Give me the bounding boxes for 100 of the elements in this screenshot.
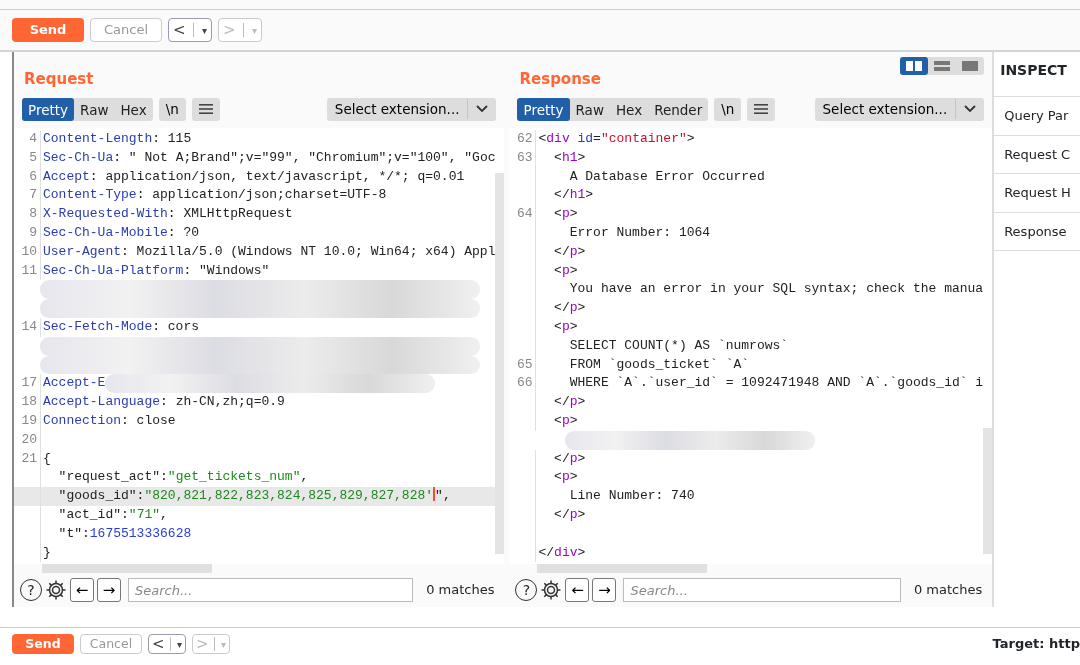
code-line: A Database Error Occurred — [568, 167, 765, 186]
settings-icon — [540, 579, 563, 601]
back-button[interactable]: < ▾ — [168, 18, 212, 42]
line-number: 18 — [20, 393, 38, 412]
code-line: { — [43, 449, 51, 468]
inspector-section[interactable]: Request C — [994, 135, 1080, 174]
inspector-section[interactable]: Request H — [994, 174, 1080, 213]
line-number: 9 — [28, 224, 38, 242]
previous-match-button[interactable]: ← — [70, 578, 94, 602]
view-tab[interactable]: Render — [648, 97, 709, 121]
code-line: </p> — [553, 299, 586, 318]
code-line: </p> — [553, 393, 586, 412]
code-line: User-Agent: Mozilla/5.0 (Windows NT 10.0; Win64; x64) Appl — [43, 242, 496, 261]
code-line: Line Number: 740 — [568, 487, 695, 506]
code-line: <h1> — [553, 148, 586, 167]
code-line: X-Requested-With: XMLHttpRequest — [43, 205, 293, 224]
code-line: Sec-Ch-Ua: " Not A;Brand";v="99", "Chromium";v="100", "Goc — [43, 148, 496, 167]
next-match-button[interactable]: → — [592, 578, 617, 602]
view-tab[interactable]: Hex — [114, 97, 153, 121]
view-tab[interactable]: Pretty — [517, 97, 570, 121]
two-columns-icon — [906, 61, 923, 71]
search-field[interactable]: Search... — [623, 578, 901, 602]
code-line: Sec-Ch-Ua-Platform: "Windows" — [43, 261, 270, 280]
line-number: 63 — [515, 148, 534, 167]
single-pane-icon — [962, 61, 979, 71]
line-number: 11 — [20, 261, 38, 280]
code-line: } — [43, 543, 51, 562]
extension-select[interactable]: Select extension... — [814, 97, 985, 121]
menu-icon — [198, 103, 213, 115]
search-field[interactable]: Search... — [128, 578, 414, 602]
line-number: 17 — [20, 374, 38, 393]
chevron-down-icon — [964, 105, 977, 113]
code-line: Sec-Fetch-Mode: cors — [43, 317, 200, 336]
code-line: "goods_id":"820,821,822,823,824,825,829,827,828'", — [57, 487, 451, 506]
line-number: 8 — [28, 205, 38, 224]
line-number: 5 — [28, 148, 38, 167]
line-number: 14 — [20, 317, 38, 336]
match-count: 0 matches — [912, 581, 984, 600]
vertical-scrollbar[interactable] — [495, 173, 505, 554]
view-tab[interactable]: Raw — [74, 97, 115, 121]
code-line: "request_act":"get_tickets_num", — [57, 468, 309, 487]
line-number: 20 — [20, 430, 38, 449]
back-button[interactable]: < ▾ — [148, 634, 186, 654]
code-line: FROM `goods_ticket` `A` — [568, 355, 750, 374]
code-line: SELECT COUNT(*) AS `numrows` — [568, 336, 789, 355]
target-label: Target: http — [992, 635, 1080, 654]
next-match-button[interactable]: → — [97, 578, 121, 602]
settings-icon — [45, 579, 67, 601]
code-line: "t":1675513336628 — [57, 524, 192, 543]
code-line: Content-Length: 115 — [43, 130, 192, 148]
code-line: <p> — [553, 317, 578, 336]
horizontal-scrollbar[interactable] — [42, 564, 212, 573]
panel-title: Request — [23, 68, 94, 90]
code-line: WHERE `A`.`user_id` = 1092471948 AND `A`.`goods_id` i — [568, 374, 984, 393]
line-number: 65 — [515, 355, 534, 374]
code-line: Error Number: 1064 — [568, 224, 711, 242]
inspector-section[interactable]: Response — [994, 212, 1080, 251]
code-line: <p> — [553, 411, 578, 430]
line-number: 7 — [28, 186, 38, 205]
line-number: 10 — [20, 242, 38, 261]
newline-toggle[interactable]: \n — [158, 97, 186, 121]
code-line: You have an error in your SQL syntax; check the manua — [568, 280, 984, 299]
match-count: 0 matches — [425, 581, 496, 600]
code-line: Accept-Language: zh-CN,zh;q=0.9 — [43, 393, 285, 412]
line-number: 64 — [515, 205, 534, 224]
split-view-button[interactable] — [900, 57, 929, 75]
view-tab[interactable]: Raw — [569, 97, 610, 121]
code-line: Content-Type: application/json;charset=UTF-8 — [43, 186, 387, 205]
view-tab[interactable]: Pretty — [22, 97, 75, 121]
line-number: 21 — [20, 449, 38, 468]
vertical-scrollbar[interactable] — [983, 428, 993, 554]
menu-icon — [754, 103, 769, 115]
menu-button[interactable] — [747, 97, 776, 121]
code-line: <div id="container"> — [538, 130, 695, 148]
extension-select[interactable]: Select extension... — [326, 97, 497, 121]
line-number: 66 — [515, 374, 534, 393]
menu-button[interactable] — [191, 97, 220, 121]
newline-toggle[interactable]: \n — [714, 97, 742, 121]
line-number: 4 — [28, 130, 38, 148]
code-line: </p> — [553, 505, 586, 524]
line-number: 19 — [20, 411, 38, 430]
line-number: 62 — [515, 130, 534, 148]
view-tab[interactable]: Hex — [609, 97, 649, 121]
chevron-down-icon — [476, 105, 489, 113]
previous-match-button[interactable]: ← — [565, 578, 590, 602]
panel-title: Response — [518, 68, 601, 90]
code-line: </p> — [553, 242, 586, 261]
code-line: <p> — [553, 205, 578, 224]
code-line: <p> — [553, 468, 578, 487]
code-line: </p> — [553, 449, 586, 468]
inspector-section[interactable]: Query Par — [994, 97, 1080, 136]
two-rows-icon — [934, 61, 951, 71]
code-line: Connection: close — [43, 411, 176, 430]
code-line: <p> — [553, 261, 578, 280]
horizontal-scrollbar[interactable] — [537, 564, 708, 573]
code-line: Sec-Ch-Ua-Mobile: ?0 — [43, 224, 200, 242]
inspector-title: INSPECT — [994, 52, 1080, 97]
code-line: "act_id":"71", — [57, 505, 168, 524]
code-line: Accept: application/json, text/javascript, */*; q=0.01 — [43, 167, 465, 186]
code-line: </h1> — [553, 186, 594, 205]
